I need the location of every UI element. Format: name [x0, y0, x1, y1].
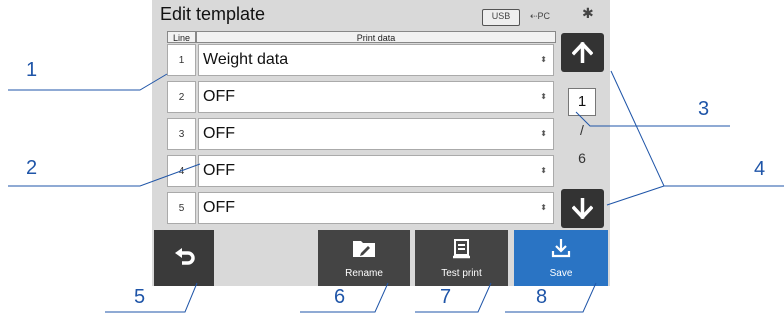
callout-3: 3	[698, 98, 710, 120]
callout-4: 4	[754, 158, 766, 180]
callout-2: 2	[26, 157, 38, 179]
callout-7: 7	[440, 286, 452, 308]
callout-5: 5	[134, 286, 146, 308]
callout-6: 6	[334, 286, 346, 308]
callout-8: 8	[536, 286, 548, 308]
callout-1: 1	[26, 59, 38, 81]
callout-leader-lines	[8, 70, 784, 313]
